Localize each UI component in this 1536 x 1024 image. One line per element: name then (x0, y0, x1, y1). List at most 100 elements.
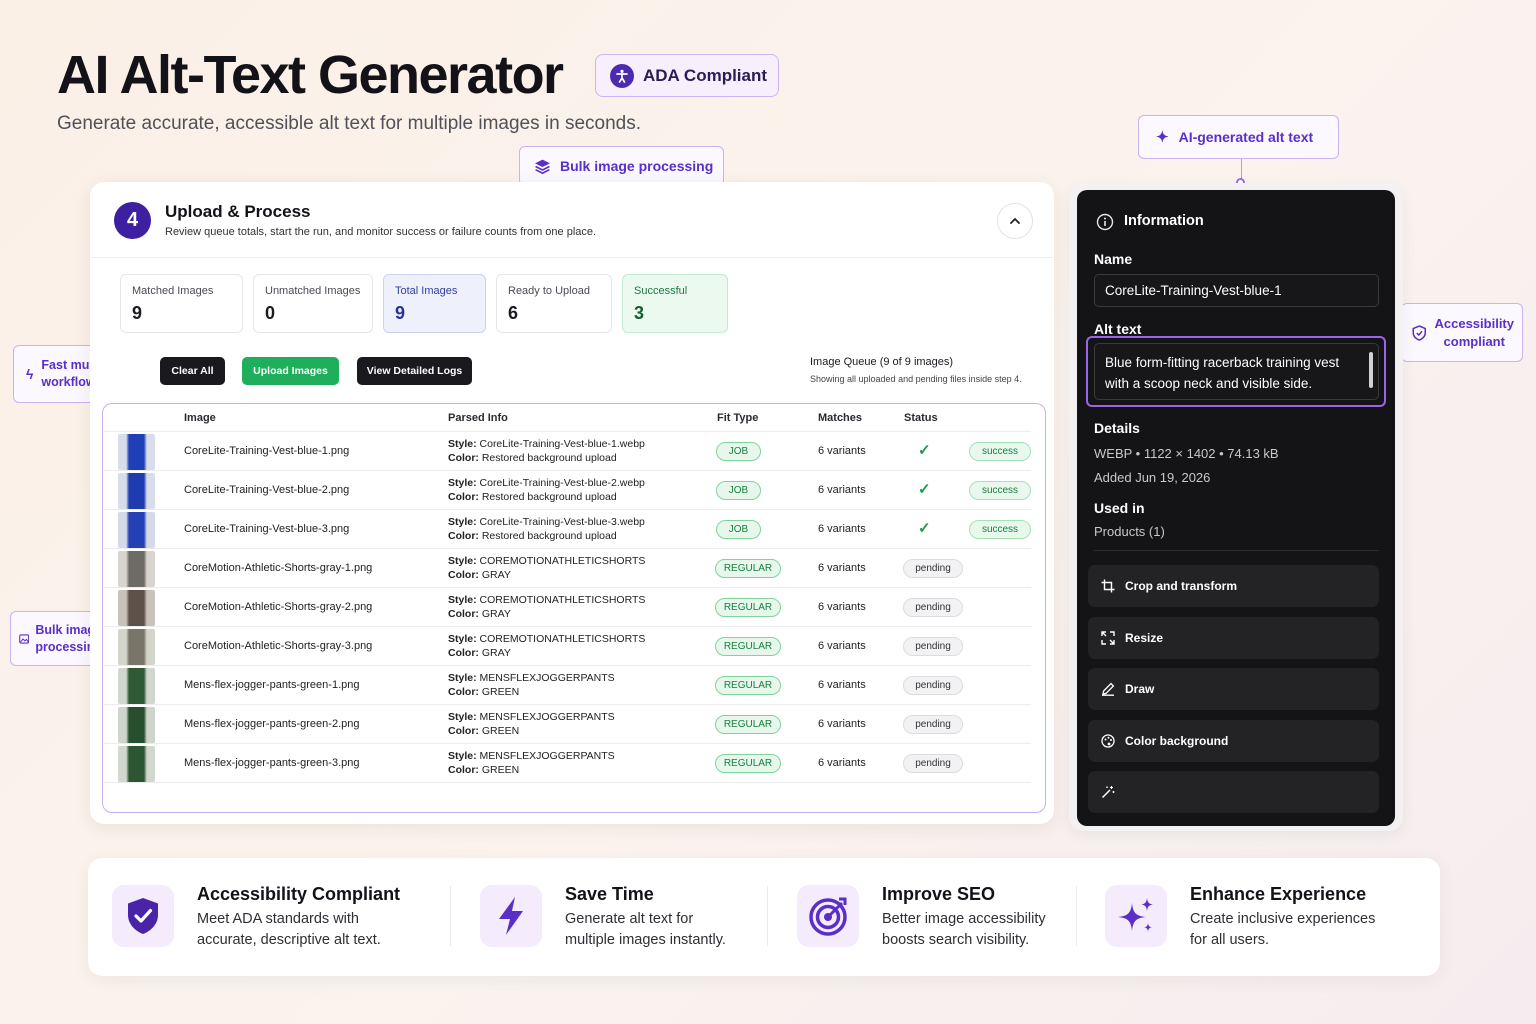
clear-all-button[interactable]: Clear All (160, 357, 225, 385)
callout-label: AI-generated alt text (1178, 129, 1314, 145)
parsed-info: Style: COREMOTIONATHLETICSHORTS Color: GR… (448, 555, 646, 581)
target-icon (809, 897, 847, 936)
step-title: Upload & Process (165, 202, 311, 221)
product-thumbnail (118, 512, 155, 548)
lightning-icon: ϟ (26, 365, 34, 382)
stat-label: Unmatched Images (265, 285, 361, 297)
callout-ai-generated: ✦ AI-generated alt text (1138, 115, 1339, 159)
step-description: Review queue totals, start the run, and … (165, 226, 597, 238)
callout-bulk-processing-top: Bulk image processing (519, 146, 724, 186)
feature-title: Accessibility Compliant (197, 884, 401, 904)
feature-title: Improve SEO (882, 884, 996, 904)
product-thumbnail (118, 707, 155, 743)
parsed-info: Style: CoreLite-Training-Vest-blue-1.web… (448, 438, 645, 464)
resize-button[interactable]: Resize (1088, 617, 1379, 659)
product-thumbnail (118, 473, 155, 509)
stat-ready-to-upload: Ready to Upload 6 (496, 274, 612, 333)
callout-accessibility: Accessibility compliant (1401, 303, 1523, 362)
feature-icon-box (480, 885, 542, 947)
callout-label: Accessibility compliant (1434, 315, 1515, 349)
product-thumbnail (118, 629, 155, 665)
matches-count: 6 variants (818, 601, 866, 613)
queue-title: Image Queue (9 of 9 images) (810, 356, 954, 368)
name-field[interactable]: CoreLite-Training-Vest-blue-1 (1094, 274, 1379, 307)
stat-value: 6 (508, 303, 519, 323)
file-name: Mens-flex-jogger-pants-green-1.png (184, 679, 360, 691)
parsed-info: Style: COREMOTIONATHLETICSHORTS Color: GR… (448, 633, 646, 659)
draw-button[interactable]: Draw (1088, 668, 1379, 710)
status-badge: pending (903, 598, 963, 617)
image-icon (19, 633, 30, 644)
table-row[interactable]: Mens-flex-jogger-pants-green-3.png Style:… (104, 744, 1031, 783)
stat-value: 0 (265, 303, 276, 323)
status-badge: success (969, 481, 1031, 500)
table-row[interactable]: CoreLite-Training-Vest-blue-3.png Style: … (104, 510, 1031, 549)
fit-type-badge: REGULAR (715, 676, 781, 695)
stat-label: Total Images (395, 285, 458, 297)
tool-label: Resize (1125, 631, 1164, 645)
feature-description: Meet ADA standards with accurate, descrip… (197, 911, 381, 948)
fit-type-badge: JOB (716, 520, 761, 539)
alt-text-scrollbar[interactable] (1369, 352, 1373, 388)
upload-images-button[interactable]: Upload Images (242, 357, 339, 385)
feature-title: Save Time (565, 884, 654, 904)
header-fit-type: Fit Type (717, 412, 759, 424)
file-name: CoreLite-Training-Vest-blue-1.png (184, 445, 350, 457)
parsed-info: Style: MENSFLEXJOGGERPANTS Color: GREEN (448, 750, 615, 776)
product-thumbnail (118, 668, 155, 704)
table-row[interactable]: Mens-flex-jogger-pants-green-1.png Style:… (104, 666, 1031, 705)
feature-description: Better image accessibility boosts search … (882, 911, 1046, 948)
table-row[interactable]: CoreMotion-Athletic-Shorts-gray-3.png Sty… (104, 627, 1031, 666)
status-badge: pending (903, 676, 963, 695)
product-thumbnail (118, 551, 155, 587)
matches-count: 6 variants (818, 679, 866, 691)
product-thumbnail (118, 746, 155, 782)
status-badge: pending (903, 559, 963, 578)
step-number: 4 (114, 202, 151, 239)
header-status: Status (904, 412, 938, 424)
stat-unmatched-images: Unmatched Images 0 (253, 274, 373, 333)
sparkles-icon: ✦ (1156, 129, 1169, 146)
feature-description: Generate alt text for multiple images ins… (565, 911, 726, 948)
tool-label: Crop and transform (1125, 579, 1238, 593)
table-row[interactable]: CoreLite-Training-Vest-blue-2.png Style: … (104, 471, 1031, 510)
page-title: AI Alt-Text Generator (57, 45, 564, 105)
crop-transform-button[interactable]: Crop and transform (1088, 565, 1379, 607)
used-in-label: Used in (1094, 500, 1145, 516)
used-in-value: Products (1) (1094, 524, 1165, 539)
table-row[interactable]: CoreMotion-Athletic-Shorts-gray-2.png Sty… (104, 588, 1031, 627)
file-name: CoreMotion-Athletic-Shorts-gray-3.png (184, 640, 373, 652)
shield-check-icon (128, 898, 158, 934)
fit-type-badge: JOB (716, 442, 761, 461)
status-badge: pending (903, 637, 963, 656)
fit-type-badge: REGULAR (715, 754, 781, 773)
magic-wand-button[interactable] (1088, 771, 1379, 813)
status-badge: success (969, 442, 1031, 461)
view-logs-button[interactable]: View Detailed Logs (357, 357, 472, 385)
status-badge: success (969, 520, 1031, 539)
parsed-info: Style: COREMOTIONATHLETICSHORTS Color: GR… (448, 594, 646, 620)
stat-label: Ready to Upload (508, 285, 590, 297)
collapse-button[interactable] (997, 203, 1033, 239)
table-row[interactable]: Mens-flex-jogger-pants-green-2.png Style:… (104, 705, 1031, 744)
table-row[interactable]: CoreMotion-Athletic-Shorts-gray-1.png Sty… (104, 549, 1031, 588)
sparkles-icon (1118, 898, 1153, 932)
palette-icon (1101, 734, 1115, 748)
matches-count: 6 variants (818, 445, 866, 457)
fit-type-badge: JOB (716, 481, 761, 500)
accessibility-icon (610, 63, 634, 88)
feature-icon-box (797, 885, 859, 947)
file-name: CoreMotion-Athletic-Shorts-gray-1.png (184, 562, 373, 574)
matches-count: 6 variants (818, 523, 866, 535)
stat-label: Matched Images (132, 285, 214, 297)
alt-text-field[interactable]: Blue form-fitting racerback training ves… (1094, 343, 1379, 400)
callout-label: Bulk image processing (560, 158, 714, 174)
matches-count: 6 variants (818, 718, 866, 730)
fit-type-badge: REGULAR (715, 637, 781, 656)
table-row[interactable]: CoreLite-Training-Vest-blue-1.png Style: … (104, 432, 1031, 471)
header-parsed-info: Parsed Info (448, 412, 508, 424)
fit-type-badge: REGULAR (715, 715, 781, 734)
color-background-button[interactable]: Color background (1088, 720, 1379, 762)
product-thumbnail (118, 590, 155, 626)
feature-icon-box (112, 885, 174, 947)
